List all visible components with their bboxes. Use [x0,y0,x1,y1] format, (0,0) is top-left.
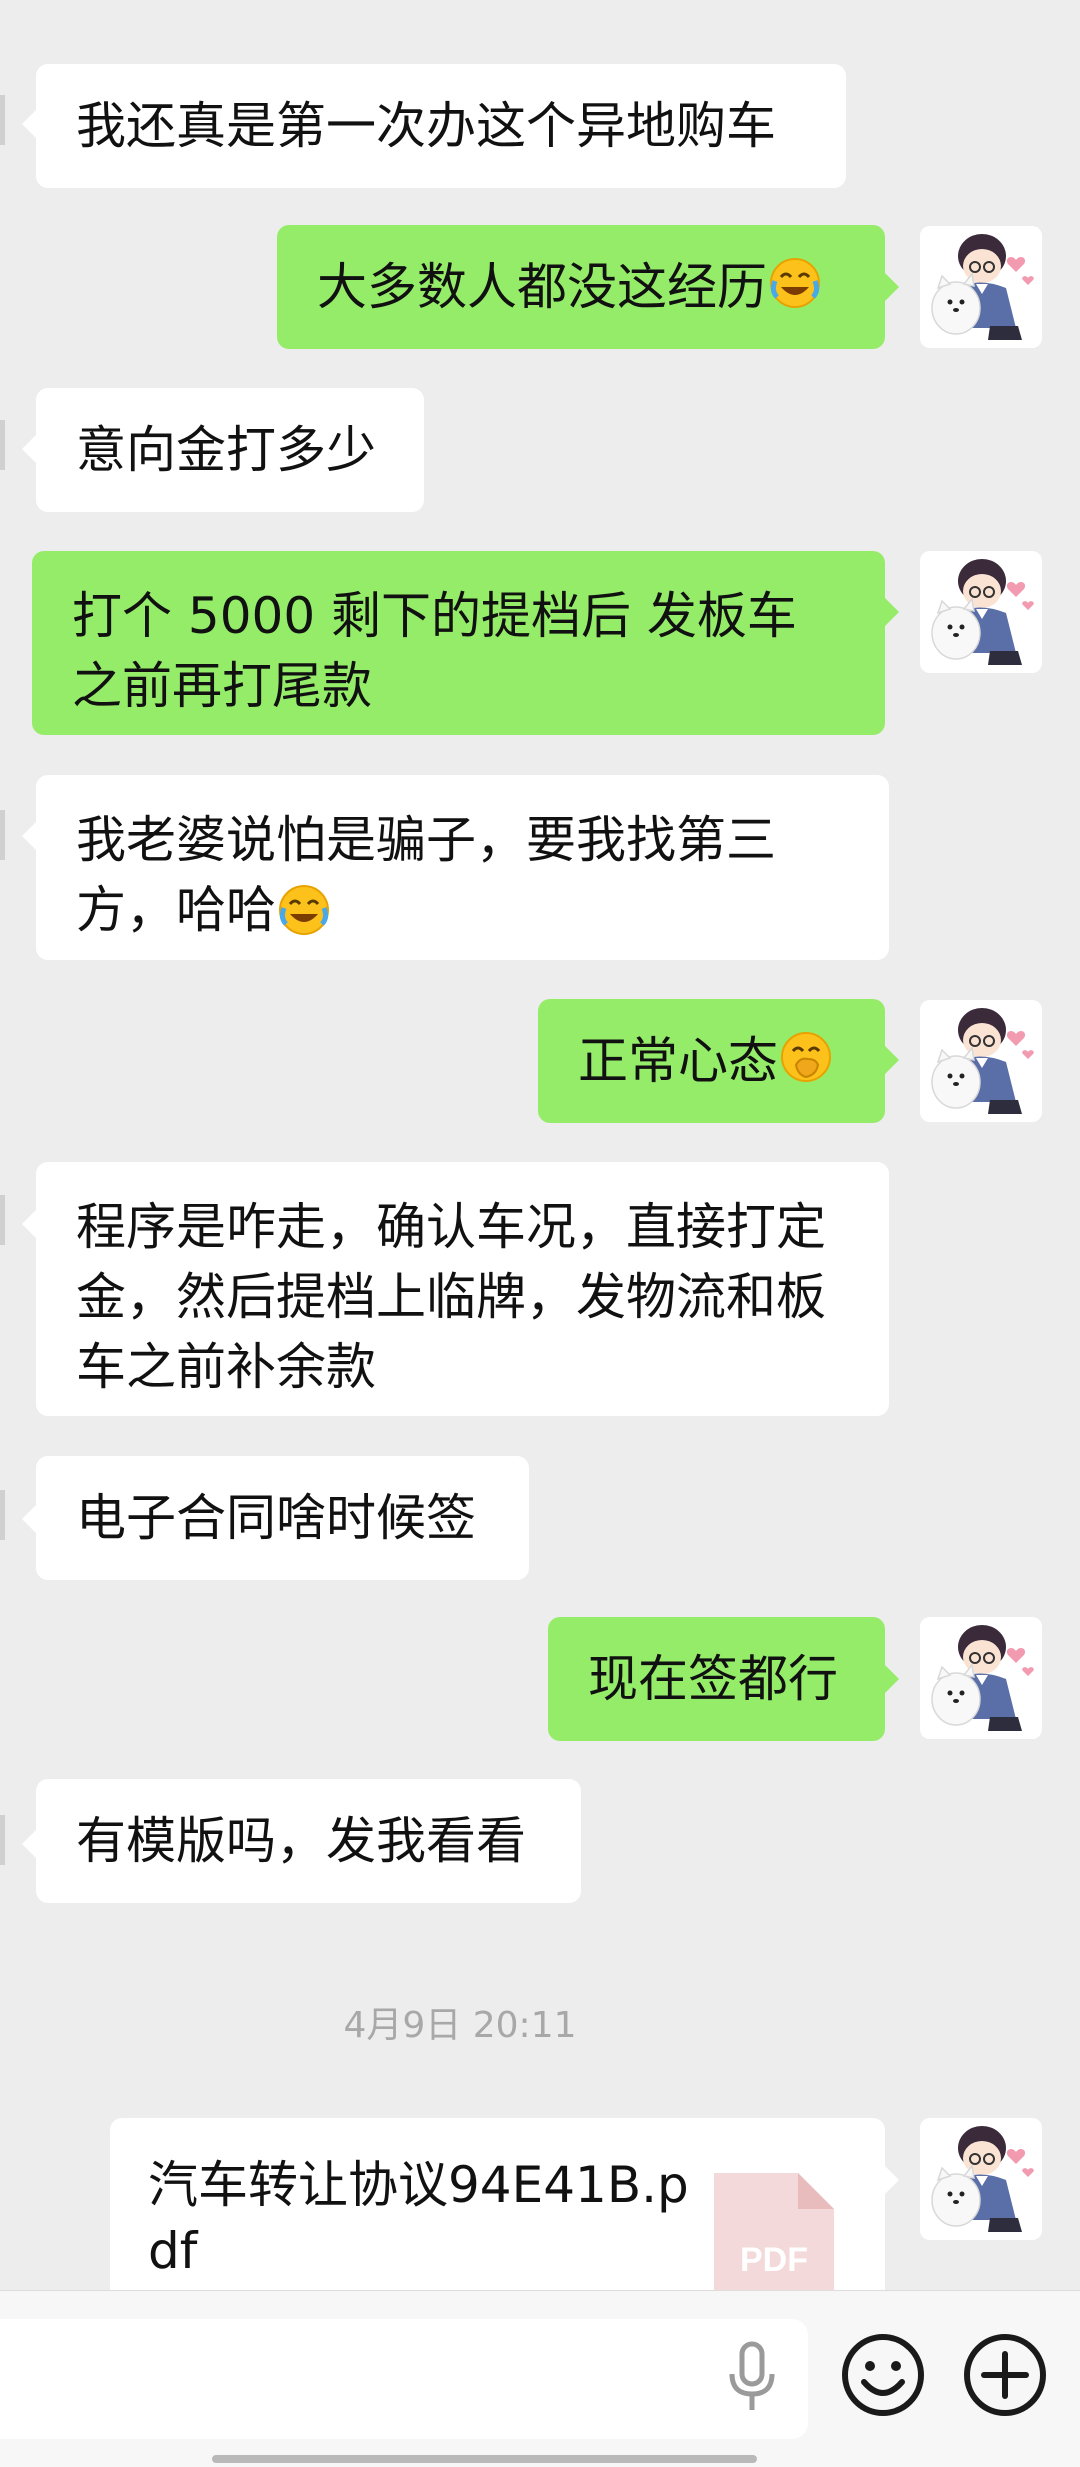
file-message-card[interactable]: 汽车转让协议94E41B.pdf PDF [110,2118,885,2290]
edge-mark [0,1815,5,1865]
bubble-tail [22,435,36,463]
message-bubble-incoming[interactable]: 意向金打多少 [36,388,424,512]
microphone-icon[interactable] [722,2340,782,2416]
message-bubble-incoming[interactable]: 程序是咋走，确认车况，直接打定金，然后提档上临牌，发物流和板车之前补余款 [36,1162,889,1416]
message-text: 正常心态 [578,1032,778,1090]
avatar[interactable] [920,1617,1042,1739]
pdf-file-icon: PDF [714,2173,834,2290]
bubble-tail [22,822,36,850]
avatar-boy-with-dog-icon [920,1617,1042,1739]
chat-area[interactable]: 我还真是第一次办这个异地购车 大多数人都没这经历 意向金打多少 打个 5000 … [0,0,1080,2290]
bubble-tail [885,2166,899,2194]
message-bubble-incoming[interactable]: 电子合同啥时候签 [36,1456,529,1580]
avatar[interactable] [920,226,1042,348]
home-indicator[interactable] [212,2455,757,2463]
bubble-tail [22,110,36,138]
bubble-tail [885,273,899,301]
file-name: 汽车转让协议94E41B.pdf [148,2156,689,2280]
bubble-tail [885,1665,899,1693]
message-timestamp: 4月9日 20:11 [343,2005,577,2046]
message-text: 大多数人都没这经历 [317,258,767,316]
message-text: 我老婆说怕是骗子，要我找第三方，哈哈 [76,811,776,939]
edge-mark [0,95,5,145]
message-text: 有模版吗，发我看看 [76,1812,526,1870]
edge-mark [0,1490,5,1540]
crying-laughing-emoji [279,884,329,935]
avatar-boy-with-dog-icon [920,1000,1042,1122]
avatar-boy-with-dog-icon [920,2118,1042,2240]
message-text: 电子合同啥时候签 [76,1489,476,1547]
edge-mark [0,1195,5,1245]
edge-mark [0,420,5,470]
message-bubble-incoming[interactable]: 有模版吗，发我看看 [36,1779,581,1903]
avatar[interactable] [920,1000,1042,1122]
message-bubble-incoming[interactable]: 我老婆说怕是骗子，要我找第三方，哈哈 [36,775,889,960]
message-bubble-outgoing[interactable]: 大多数人都没这经历 [277,225,885,349]
bubble-tail [885,598,899,626]
hand-over-mouth-emoji [781,1032,831,1082]
message-bubble-outgoing[interactable]: 正常心态 [538,999,885,1123]
avatar[interactable] [920,2118,1042,2240]
message-bubble-outgoing[interactable]: 打个 5000 剩下的提档后 发板车之前再打尾款 [32,551,885,735]
bubble-tail [22,1210,36,1238]
plus-icon[interactable] [962,2332,1048,2418]
message-text: 程序是咋走，确认车况，直接打定金，然后提档上临牌，发物流和板车之前补余款 [76,1198,826,1396]
bubble-tail [22,1505,36,1533]
edge-mark [0,810,5,860]
avatar[interactable] [920,551,1042,673]
message-text: 我还真是第一次办这个异地购车 [76,97,776,155]
message-bubble-incoming[interactable]: 我还真是第一次办这个异地购车 [36,64,846,188]
message-text: 现在签都行 [588,1650,838,1708]
bubble-tail [885,1046,899,1074]
message-input[interactable] [0,2319,808,2439]
bubble-tail [22,1830,36,1858]
crying-laughing-emoji [770,258,820,308]
file-type-label: PDF [740,2241,808,2279]
message-text: 意向金打多少 [76,421,376,479]
avatar-boy-with-dog-icon [920,551,1042,673]
emoji-icon[interactable] [840,2332,926,2418]
message-text: 打个 5000 剩下的提档后 发板车之前再打尾款 [72,587,797,715]
avatar-boy-with-dog-icon [920,226,1042,348]
message-bubble-outgoing[interactable]: 现在签都行 [548,1617,885,1741]
